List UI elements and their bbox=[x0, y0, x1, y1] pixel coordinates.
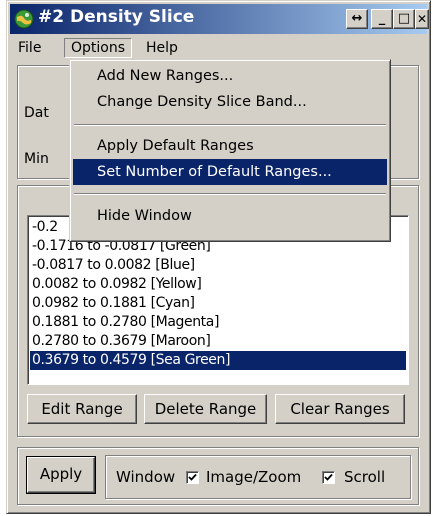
scroll-label: Scroll bbox=[344, 468, 386, 486]
app-globe-icon bbox=[14, 9, 34, 29]
apply-button[interactable]: Apply bbox=[26, 456, 96, 494]
menu-item-hide-window[interactable]: Hide Window bbox=[73, 203, 387, 229]
window-options-group: Window Image/Zoom Scroll bbox=[105, 455, 411, 499]
edit-range-button[interactable]: Edit Range bbox=[27, 394, 137, 424]
density-slice-window: #2 Density Slice ↔ _ □ ✕ File Options He… bbox=[6, 0, 431, 514]
options-dropdown-menu: Add New Ranges... Change Density Slice B… bbox=[69, 59, 391, 242]
minimize-icon: _ bbox=[378, 11, 386, 26]
menu-bar: File Options Help bbox=[10, 37, 427, 59]
clear-ranges-button[interactable]: Clear Ranges bbox=[275, 394, 405, 424]
window-label: Window bbox=[116, 468, 176, 486]
menu-item-set-number-default-ranges[interactable]: Set Number of Default Ranges... bbox=[73, 159, 387, 185]
list-item[interactable]: -0.0817 to 0.0082 [Blue] bbox=[30, 256, 406, 275]
list-item-selected[interactable]: 0.3679 to 0.4579 [Sea Green] bbox=[30, 351, 406, 370]
check-icon bbox=[188, 473, 197, 481]
data-label: Dat bbox=[24, 105, 49, 121]
window-title: #2 Density Slice bbox=[38, 7, 195, 27]
min-label: Min bbox=[24, 151, 49, 167]
menu-item-apply-default-ranges[interactable]: Apply Default Ranges bbox=[73, 133, 387, 159]
menu-separator bbox=[74, 124, 386, 126]
image-zoom-checkbox[interactable] bbox=[186, 471, 199, 484]
list-item[interactable]: 0.2780 to 0.3679 [Maroon] bbox=[30, 332, 406, 351]
maximize-icon: □ bbox=[397, 11, 411, 26]
image-zoom-label: Image/Zoom bbox=[206, 468, 302, 486]
list-item[interactable]: 0.1881 to 0.2780 [Magenta] bbox=[30, 313, 406, 332]
menu-item-add-new-ranges[interactable]: Add New Ranges... bbox=[73, 63, 387, 89]
minimize-button[interactable]: _ bbox=[371, 9, 393, 29]
scroll-checkbox[interactable] bbox=[322, 471, 335, 484]
maximize-button[interactable]: □ bbox=[393, 9, 415, 29]
menu-file[interactable]: File bbox=[12, 38, 47, 58]
resize-icon: ↔ bbox=[351, 11, 363, 26]
check-icon bbox=[324, 473, 333, 481]
resize-button[interactable]: ↔ bbox=[346, 9, 368, 29]
menu-separator bbox=[74, 193, 386, 195]
menu-help[interactable]: Help bbox=[140, 38, 184, 58]
list-item[interactable]: 0.0082 to 0.0982 [Yellow] bbox=[30, 275, 406, 294]
menu-item-change-band[interactable]: Change Density Slice Band... bbox=[73, 89, 387, 115]
menu-options[interactable]: Options bbox=[64, 38, 133, 58]
close-icon: ✕ bbox=[416, 12, 428, 26]
title-bar[interactable]: #2 Density Slice ↔ _ □ ✕ bbox=[10, 4, 429, 34]
delete-range-button[interactable]: Delete Range bbox=[144, 394, 267, 424]
list-item[interactable]: 0.0982 to 0.1881 [Cyan] bbox=[30, 294, 406, 313]
close-button[interactable]: ✕ bbox=[415, 9, 429, 29]
